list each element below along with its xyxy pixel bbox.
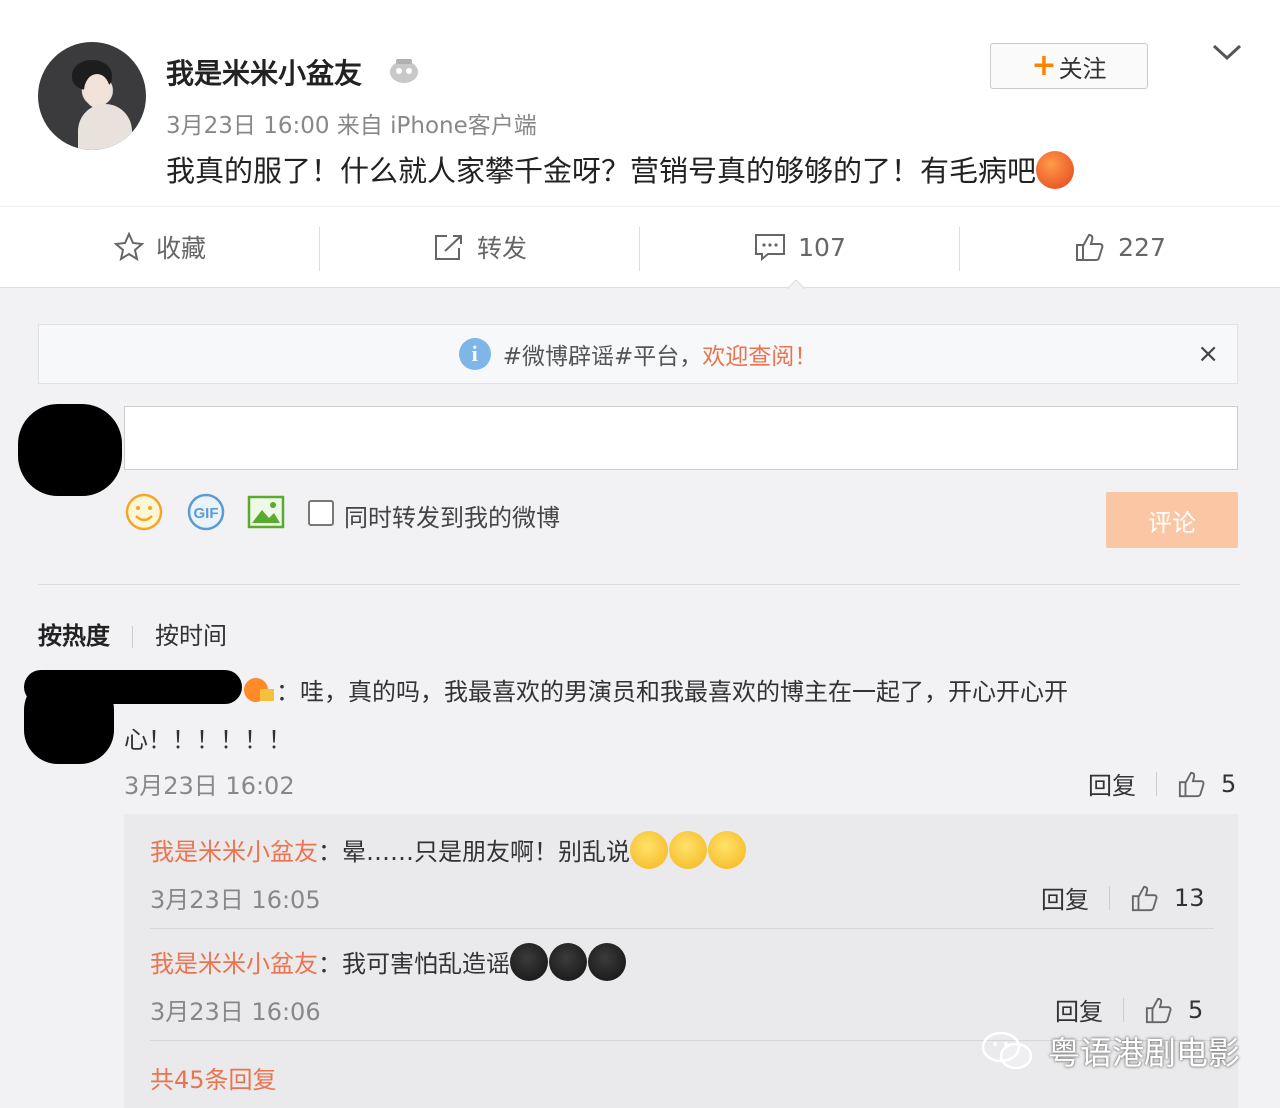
redacted-avatar bbox=[18, 404, 122, 496]
gif-icon[interactable]: GIF bbox=[186, 492, 226, 532]
reply-time: 3月23日 16:06 bbox=[150, 998, 321, 1026]
reply-like-count: 5 bbox=[1188, 995, 1204, 1024]
comment-actions: 回复 5 bbox=[1088, 766, 1236, 801]
favorite-button[interactable]: 收藏 bbox=[0, 207, 320, 287]
reply-button[interactable]: 回复 bbox=[1041, 880, 1089, 915]
plus-icon: + bbox=[1031, 48, 1057, 83]
comment-time: 3月23日 16:02 bbox=[124, 772, 295, 800]
crying-emoji-icon bbox=[510, 943, 548, 981]
thumbs-up-icon[interactable] bbox=[1144, 996, 1174, 1024]
wechat-icon bbox=[981, 1031, 1033, 1070]
sort-tabs: 按热度 按时间 bbox=[38, 616, 227, 651]
repost-checkbox-label[interactable]: 同时转发到我的微博 bbox=[344, 498, 560, 533]
reply-actions: 回复 13 bbox=[1041, 880, 1205, 915]
crying-emoji-icon bbox=[549, 943, 587, 981]
repost-button[interactable]: 转发 bbox=[320, 207, 640, 287]
comment-text-1: ：哇，真的吗，我最喜欢的男演员和我最喜欢的博主在一起了，开心开心开 bbox=[276, 678, 1068, 706]
reply-author[interactable]: 我是米米小盆友 bbox=[150, 950, 318, 978]
svg-text:GIF: GIF bbox=[194, 505, 219, 522]
comment-line-1: ：哇，真的吗，我最喜欢的男演员和我最喜欢的博主在一起了，开心开心开 bbox=[242, 672, 1068, 708]
reply-button[interactable]: 回复 bbox=[1088, 766, 1136, 801]
like-button[interactable]: 227 bbox=[960, 207, 1280, 287]
reply-divider bbox=[150, 928, 1214, 929]
reply-like-count: 13 bbox=[1174, 883, 1205, 912]
more-replies-link[interactable]: 共45条回复 bbox=[150, 1060, 277, 1095]
post-content-text: 我真的服了！什么就人家攀千金呀？营销号真的够够的了！有毛病吧 bbox=[166, 154, 1037, 188]
smile-icon[interactable] bbox=[124, 492, 164, 532]
comment-input[interactable] bbox=[124, 406, 1238, 470]
reply-actions: 回复 5 bbox=[1055, 992, 1203, 1027]
watermark-text: 粤语港剧电影 bbox=[1048, 1034, 1241, 1072]
follow-label: 关注 bbox=[1058, 54, 1107, 83]
post-meta: 3月23日 16:00 来自 iPhone客户端 bbox=[166, 113, 537, 139]
info-icon: i bbox=[458, 338, 491, 370]
comment-button[interactable]: 107 bbox=[640, 207, 960, 287]
comment-count: 107 bbox=[798, 232, 846, 262]
notice-text: #微博辟谣#平台， bbox=[502, 344, 703, 370]
submit-comment-button[interactable]: 评论 bbox=[1106, 492, 1238, 548]
post-card: 我是米米小盆友 3月23日 16:00 来自 iPhone客户端 我真的服了！什… bbox=[0, 0, 1280, 206]
comment-like-count: 5 bbox=[1221, 769, 1237, 798]
vip-icon bbox=[390, 59, 418, 83]
favorite-label: 收藏 bbox=[155, 234, 206, 263]
follow-button[interactable]: + 关注 bbox=[990, 43, 1148, 89]
repost-label: 转发 bbox=[476, 234, 527, 263]
like-count: 227 bbox=[1118, 232, 1166, 262]
thumbs-up-icon[interactable] bbox=[1177, 770, 1207, 798]
smug-emoji-icon bbox=[630, 831, 668, 869]
watermark: 粤语港剧电影 bbox=[980, 1028, 1240, 1074]
crying-emoji-icon bbox=[588, 943, 626, 981]
sort-by-time[interactable]: 按时间 bbox=[155, 622, 227, 650]
comment-icon bbox=[755, 234, 786, 262]
reply-author[interactable]: 我是米米小盆友 bbox=[150, 838, 318, 866]
reply-text: ：晕……只是朋友啊！别乱说 bbox=[318, 838, 630, 866]
sort-by-hot[interactable]: 按热度 bbox=[38, 622, 110, 650]
smug-emoji-icon bbox=[669, 831, 707, 869]
notice-link[interactable]: 欢迎查阅！ bbox=[702, 337, 817, 371]
active-tab-pointer bbox=[786, 280, 806, 290]
reply-1: 我是米米小盆友：晕……只是朋友啊！别乱说 bbox=[150, 831, 747, 872]
thumbs-up-icon[interactable] bbox=[1130, 884, 1160, 912]
reply-time: 3月23日 16:05 bbox=[150, 886, 321, 914]
repost-icon bbox=[434, 235, 462, 260]
repost-checkbox[interactable] bbox=[308, 500, 334, 526]
post-username[interactable]: 我是米米小盆友 bbox=[166, 52, 362, 92]
smug-emoji-icon bbox=[708, 831, 746, 869]
star-icon bbox=[113, 232, 144, 262]
image-icon[interactable] bbox=[246, 492, 286, 532]
thumbs-up-icon bbox=[1076, 233, 1104, 261]
avatar[interactable] bbox=[38, 42, 146, 150]
comment-text-2: 心！！！！！！ bbox=[124, 726, 292, 754]
redacted-commenter-avatar bbox=[24, 676, 114, 764]
reply-text: ：我可害怕乱造谣 bbox=[318, 950, 510, 978]
chevron-down-icon[interactable] bbox=[1210, 40, 1244, 64]
action-bar: 收藏 转发 107 227 bbox=[0, 206, 1280, 288]
post-content: 我真的服了！什么就人家攀千金呀？营销号真的够够的了！有毛病吧 bbox=[166, 148, 1075, 192]
reply-button[interactable]: 回复 bbox=[1055, 992, 1103, 1027]
reply-2: 我是米米小盆友：我可害怕乱造谣 bbox=[150, 943, 627, 984]
close-icon[interactable]: × bbox=[1197, 339, 1219, 369]
rumor-notice-banner: i #微博辟谣#平台， 欢迎查阅！ × bbox=[38, 324, 1238, 384]
angry-emoji-icon bbox=[1036, 151, 1075, 189]
medal-icon bbox=[244, 678, 274, 702]
section-divider bbox=[38, 584, 1240, 585]
